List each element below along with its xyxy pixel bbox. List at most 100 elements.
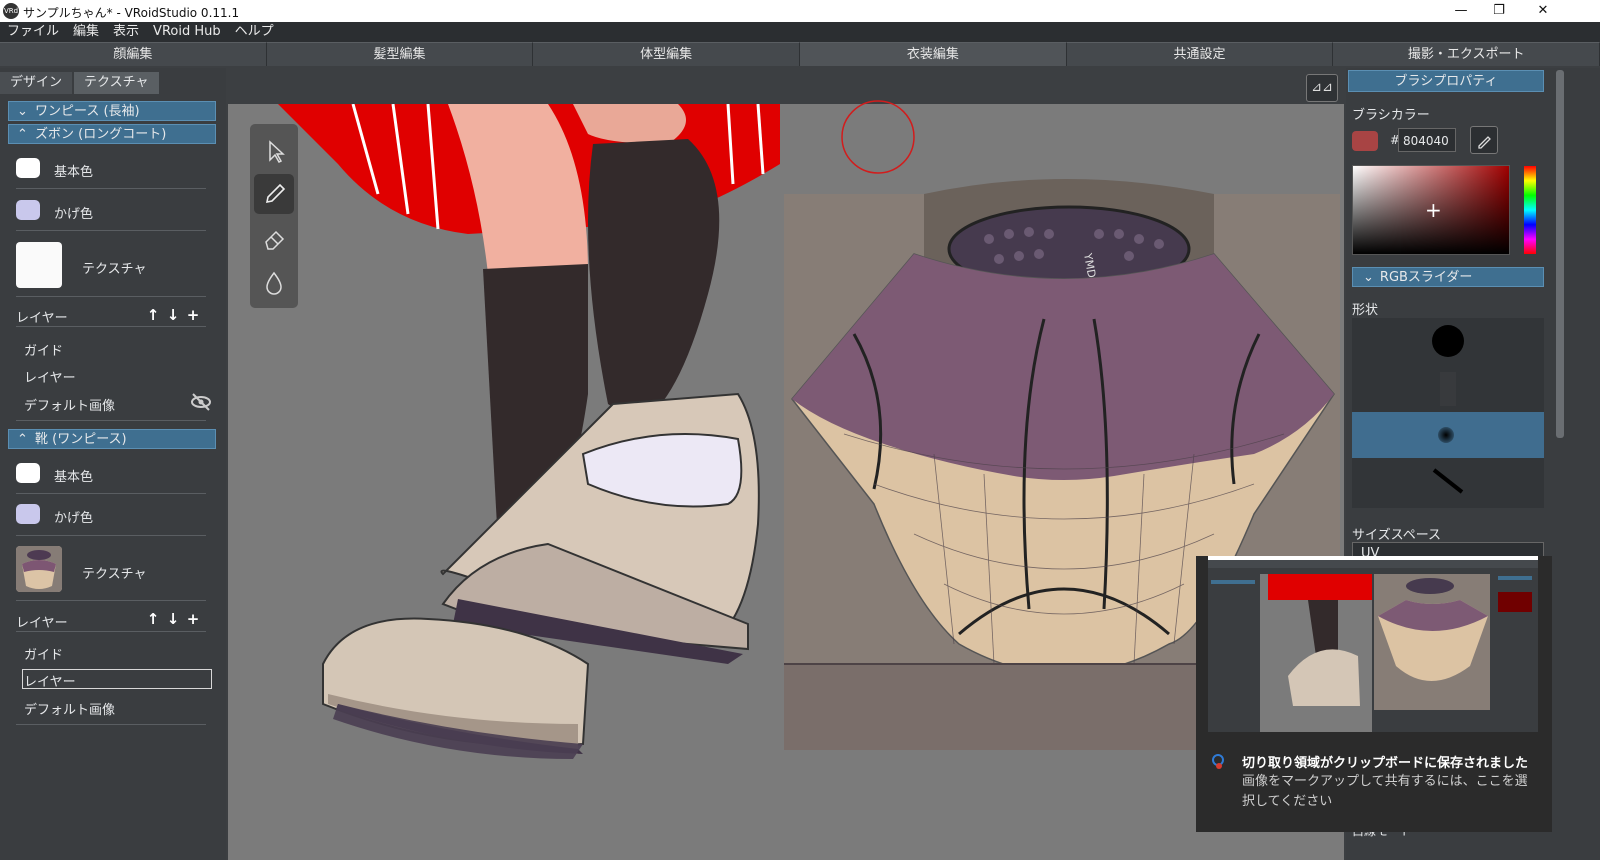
brush-color-swatch[interactable] bbox=[1352, 131, 1378, 151]
tab-design[interactable]: デザイン bbox=[0, 72, 73, 94]
color-picker-area[interactable]: + bbox=[1352, 165, 1510, 255]
shadow-color-swatch[interactable] bbox=[16, 504, 40, 524]
snip-notification[interactable]: 切り取り領域がクリップボードに保存されました 画像をマークアップして共有するには… bbox=[1196, 556, 1552, 832]
layer-item[interactable]: レイヤー bbox=[24, 671, 76, 690]
snip-preview[interactable] bbox=[1208, 556, 1538, 732]
menu-bar: ファイル 編集 表示 VRoid Hub ヘルプ bbox=[0, 22, 1600, 42]
layer-guide[interactable]: ガイド bbox=[24, 340, 63, 359]
menu-file[interactable]: ファイル bbox=[0, 22, 66, 42]
app-logo-icon: VRd bbox=[3, 3, 19, 19]
notification-body: 画像をマークアップして共有するには、ここを選択してください bbox=[1242, 774, 1528, 809]
chevron-down-icon: ⌄ bbox=[1363, 270, 1374, 285]
hidden-eye-icon[interactable] bbox=[190, 392, 212, 412]
shadow-color-label: かげ色 bbox=[54, 511, 94, 526]
divider bbox=[16, 600, 206, 601]
viewport-toolbar bbox=[228, 68, 1344, 104]
chevron-up-icon: ⌃ bbox=[17, 127, 28, 142]
brush-properties-title: ブラシプロパティ bbox=[1348, 70, 1544, 92]
layer-controls: ↑ ↓ + bbox=[143, 610, 209, 628]
size-space-label: サイズスペース bbox=[1352, 528, 1442, 543]
base-color-swatch[interactable] bbox=[16, 463, 40, 483]
shape-soft-round[interactable] bbox=[1352, 412, 1544, 458]
pen-icon[interactable] bbox=[254, 174, 294, 214]
divider bbox=[16, 296, 206, 297]
section-shoes[interactable]: ⌃ 靴 (ワンピース) bbox=[8, 429, 216, 449]
picker-crosshair: + bbox=[1425, 198, 1442, 222]
shape-textured[interactable] bbox=[1352, 366, 1544, 412]
mode-tabs: 顔編集 髪型編集 体型編集 衣装編集 共通設定 撮影・エクスポート bbox=[0, 42, 1600, 66]
right-scrollbar[interactable] bbox=[1556, 70, 1564, 438]
texture-thumbnail[interactable] bbox=[16, 242, 62, 288]
brush-cursor bbox=[841, 100, 915, 174]
base-color-label: 基本色 bbox=[54, 165, 94, 180]
section-label: ズボン (ロングコート) bbox=[35, 127, 167, 142]
texture-label: テクスチャ bbox=[82, 262, 147, 277]
rgb-slider-label: RGBスライダー bbox=[1379, 270, 1473, 285]
hex-color-input[interactable]: 804040 bbox=[1398, 128, 1456, 152]
eyedropper-icon[interactable] bbox=[1470, 126, 1498, 154]
divider bbox=[16, 631, 206, 632]
arrow-down-icon[interactable]: ↓ bbox=[163, 610, 183, 628]
mirror-button[interactable]: ⊿⊿ bbox=[1306, 74, 1338, 102]
eraser-icon[interactable] bbox=[254, 218, 294, 258]
menu-vroid-hub[interactable]: VRoid Hub bbox=[146, 22, 228, 42]
divider bbox=[16, 230, 206, 231]
sub-tabs: デザイン テクスチャ bbox=[0, 72, 161, 94]
shape-hard-round[interactable] bbox=[1352, 318, 1544, 364]
model-3d-view[interactable] bbox=[228, 104, 780, 860]
layer-item[interactable]: レイヤー bbox=[24, 367, 76, 386]
divider bbox=[16, 493, 206, 494]
fill-icon[interactable] bbox=[254, 262, 294, 302]
section-onepiece[interactable]: ⌄ ワンピース (長袖) bbox=[8, 101, 216, 121]
shadow-color-swatch[interactable] bbox=[16, 200, 40, 220]
section-label: 靴 (ワンピース) bbox=[35, 432, 127, 447]
tab-export[interactable]: 撮影・エクスポート bbox=[1333, 42, 1600, 66]
divider bbox=[16, 188, 206, 189]
arrow-down-icon[interactable]: ↓ bbox=[163, 306, 183, 324]
shape-line[interactable] bbox=[1352, 458, 1544, 504]
shape-label: 形状 bbox=[1352, 303, 1379, 318]
base-color-swatch[interactable] bbox=[16, 158, 40, 178]
shoe-texture-thumb bbox=[16, 546, 62, 592]
tab-outfit[interactable]: 衣装編集 bbox=[800, 42, 1067, 66]
menu-view[interactable]: 表示 bbox=[106, 22, 146, 42]
arrow-up-icon[interactable]: ↑ bbox=[143, 610, 163, 628]
menu-edit[interactable]: 編集 bbox=[66, 22, 106, 42]
snip-tool-icon bbox=[1212, 754, 1224, 769]
tool-palette bbox=[250, 124, 298, 308]
section-pants[interactable]: ⌃ ズボン (ロングコート) bbox=[8, 124, 216, 144]
layer-default-image[interactable]: デフォルト画像 bbox=[24, 395, 115, 414]
brush-shape-list bbox=[1352, 318, 1544, 508]
rgb-slider-section[interactable]: ⌄ RGBスライダー bbox=[1352, 267, 1544, 287]
layer-default-image[interactable]: デフォルト画像 bbox=[24, 699, 115, 718]
add-layer-icon[interactable]: + bbox=[183, 306, 203, 324]
tab-hair[interactable]: 髪型編集 bbox=[266, 42, 534, 66]
notification-heading: 切り取り領域がクリップボードに保存されました bbox=[1242, 756, 1529, 771]
arrow-up-icon[interactable]: ↑ bbox=[143, 306, 163, 324]
layer-controls: ↑ ↓ + bbox=[143, 306, 209, 324]
title-bar: VRd サンプルちゃん* - VRoidStudio 0.11.1 — ❐ ✕ bbox=[0, 0, 1600, 22]
tab-face[interactable]: 顔編集 bbox=[0, 42, 267, 66]
layer-guide[interactable]: ガイド bbox=[24, 644, 63, 663]
add-layer-icon[interactable]: + bbox=[183, 610, 203, 628]
base-color-label: 基本色 bbox=[54, 470, 94, 485]
menu-help[interactable]: ヘルプ bbox=[228, 22, 281, 42]
section-label: ワンピース (長袖) bbox=[35, 104, 140, 119]
chevron-up-icon: ⌃ bbox=[17, 432, 28, 447]
brush-color-label: ブラシカラー bbox=[1352, 108, 1430, 123]
hue-slider[interactable] bbox=[1524, 166, 1536, 254]
tab-common[interactable]: 共通設定 bbox=[1066, 42, 1334, 66]
tab-texture[interactable]: テクスチャ bbox=[74, 72, 159, 94]
window-title: サンプルちゃん* - VRoidStudio 0.11.1 bbox=[23, 6, 240, 20]
close-icon[interactable]: ✕ bbox=[1520, 0, 1566, 22]
restore-icon[interactable]: ❐ bbox=[1476, 0, 1522, 22]
select-icon[interactable] bbox=[254, 130, 294, 170]
divider bbox=[16, 420, 206, 421]
texture-thumbnail[interactable] bbox=[16, 546, 62, 592]
layer-heading: レイヤー bbox=[16, 311, 68, 326]
tab-body[interactable]: 体型編集 bbox=[533, 42, 801, 66]
chevron-down-icon: ⌄ bbox=[17, 104, 28, 119]
layer-heading: レイヤー bbox=[16, 616, 68, 631]
divider bbox=[16, 535, 206, 536]
divider bbox=[16, 724, 206, 725]
